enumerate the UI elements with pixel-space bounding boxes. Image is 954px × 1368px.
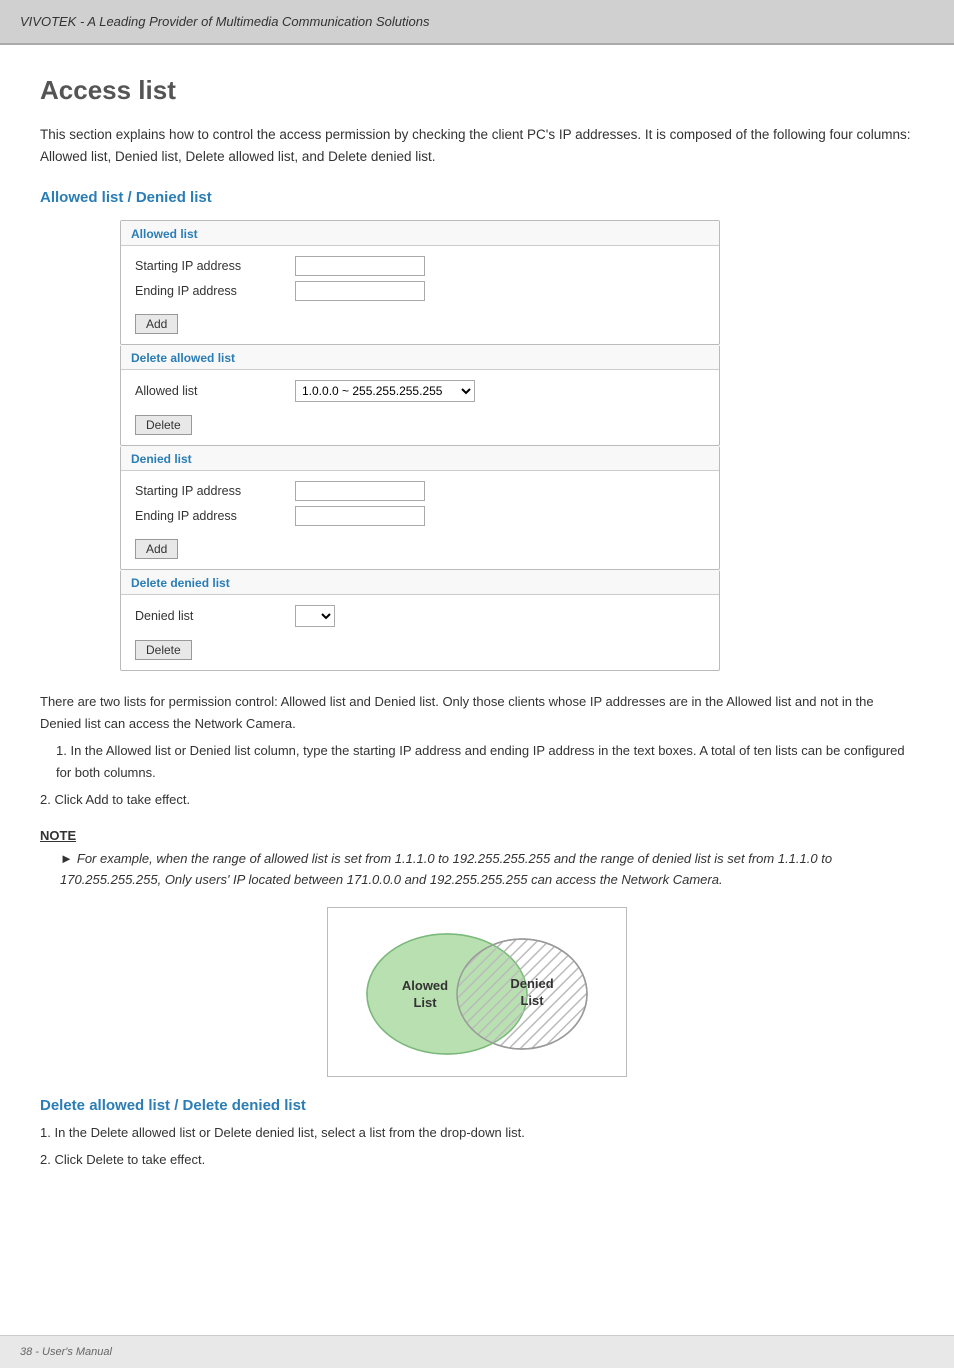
body-text-p1: There are two lists for permission contr… bbox=[40, 691, 914, 734]
denied-list-title: Denied list bbox=[121, 446, 719, 471]
denied-starting-ip-row: Starting IP address bbox=[135, 481, 705, 501]
svg-text:Denied: Denied bbox=[510, 976, 553, 991]
allowed-list-select-row: Allowed list 1.0.0.0 ~ 255.255.255.255 bbox=[135, 380, 705, 402]
denied-ending-ip-row: Ending IP address bbox=[135, 506, 705, 526]
starting-ip-label: Starting IP address bbox=[135, 259, 295, 273]
delete-allowed-panel: Delete allowed list Allowed list 1.0.0.0… bbox=[120, 345, 720, 446]
denied-list-panel: Denied list Starting IP address Ending I… bbox=[120, 446, 720, 570]
section2-heading: Delete allowed list / Delete denied list bbox=[40, 1097, 914, 1114]
allowed-list-dropdown[interactable]: 1.0.0.0 ~ 255.255.255.255 bbox=[295, 380, 475, 402]
note-body: For example, when the range of allowed l… bbox=[60, 851, 832, 887]
diagram-container: Alowed List Denied List bbox=[40, 907, 914, 1077]
denied-starting-ip-input[interactable] bbox=[295, 481, 425, 501]
note-arrow-icon: ► bbox=[60, 851, 73, 866]
header-title: VIVOTEK - A Leading Provider of Multimed… bbox=[20, 14, 429, 29]
delete-denied-title: Delete denied list bbox=[121, 570, 719, 595]
allowed-starting-ip-input[interactable] bbox=[295, 256, 425, 276]
footer-bar: 38 - User's Manual bbox=[0, 1335, 954, 1368]
denied-list-select-row: Denied list bbox=[135, 605, 705, 627]
intro-text: This section explains how to control the… bbox=[40, 124, 914, 167]
main-content: Access list This section explains how to… bbox=[0, 45, 954, 1335]
header-bar: VIVOTEK - A Leading Provider of Multimed… bbox=[0, 0, 954, 45]
allowed-list-panel: Allowed list Starting IP address Ending … bbox=[120, 220, 720, 345]
body-text-p3: 2. Click Add to take effect. bbox=[40, 789, 914, 810]
denied-ending-ip-label: Ending IP address bbox=[135, 509, 295, 523]
denied-list-select-label: Denied list bbox=[135, 609, 295, 623]
note-section: NOTE ►For example, when the range of all… bbox=[40, 828, 914, 891]
delete-denied-button[interactable]: Delete bbox=[135, 640, 192, 660]
ending-ip-row: Ending IP address bbox=[135, 281, 705, 301]
starting-ip-row: Starting IP address bbox=[135, 256, 705, 276]
footer-text: 38 - User's Manual bbox=[20, 1346, 112, 1358]
svg-text:List: List bbox=[520, 993, 544, 1008]
ending-ip-label: Ending IP address bbox=[135, 284, 295, 298]
allowed-list-title: Allowed list bbox=[121, 221, 719, 246]
denied-add-button[interactable]: Add bbox=[135, 539, 178, 559]
diagram-box: Alowed List Denied List bbox=[327, 907, 627, 1077]
denied-list-dropdown[interactable] bbox=[295, 605, 335, 627]
delete-denied-body: Denied list Delete bbox=[121, 595, 719, 670]
delete-allowed-body: Allowed list 1.0.0.0 ~ 255.255.255.255 D… bbox=[121, 370, 719, 445]
diagram-svg: Alowed List Denied List bbox=[337, 914, 617, 1069]
denied-list-body: Starting IP address Ending IP address Ad… bbox=[121, 471, 719, 569]
panels-container: Allowed list Starting IP address Ending … bbox=[120, 220, 720, 671]
allowed-add-button[interactable]: Add bbox=[135, 314, 178, 334]
delete-allowed-title: Delete allowed list bbox=[121, 345, 719, 370]
section2-p2: 2. Click Delete to take effect. bbox=[40, 1149, 914, 1170]
note-text: ►For example, when the range of allowed … bbox=[60, 849, 914, 891]
allowed-list-body: Starting IP address Ending IP address Ad… bbox=[121, 246, 719, 344]
svg-text:List: List bbox=[413, 995, 437, 1010]
delete-allowed-button[interactable]: Delete bbox=[135, 415, 192, 435]
delete-denied-panel: Delete denied list Denied list Delete bbox=[120, 570, 720, 671]
svg-text:Alowed: Alowed bbox=[402, 978, 448, 993]
allowed-ending-ip-input[interactable] bbox=[295, 281, 425, 301]
section2-p1: 1. In the Delete allowed list or Delete … bbox=[40, 1122, 914, 1143]
denied-ending-ip-input[interactable] bbox=[295, 506, 425, 526]
note-title: NOTE bbox=[40, 828, 914, 843]
section1-heading: Allowed list / Denied list bbox=[40, 189, 914, 206]
allowed-list-select-label: Allowed list bbox=[135, 384, 295, 398]
denied-starting-ip-label: Starting IP address bbox=[135, 484, 295, 498]
page-title: Access list bbox=[40, 75, 914, 106]
body-text-p2: 1. In the Allowed list or Denied list co… bbox=[40, 740, 914, 783]
